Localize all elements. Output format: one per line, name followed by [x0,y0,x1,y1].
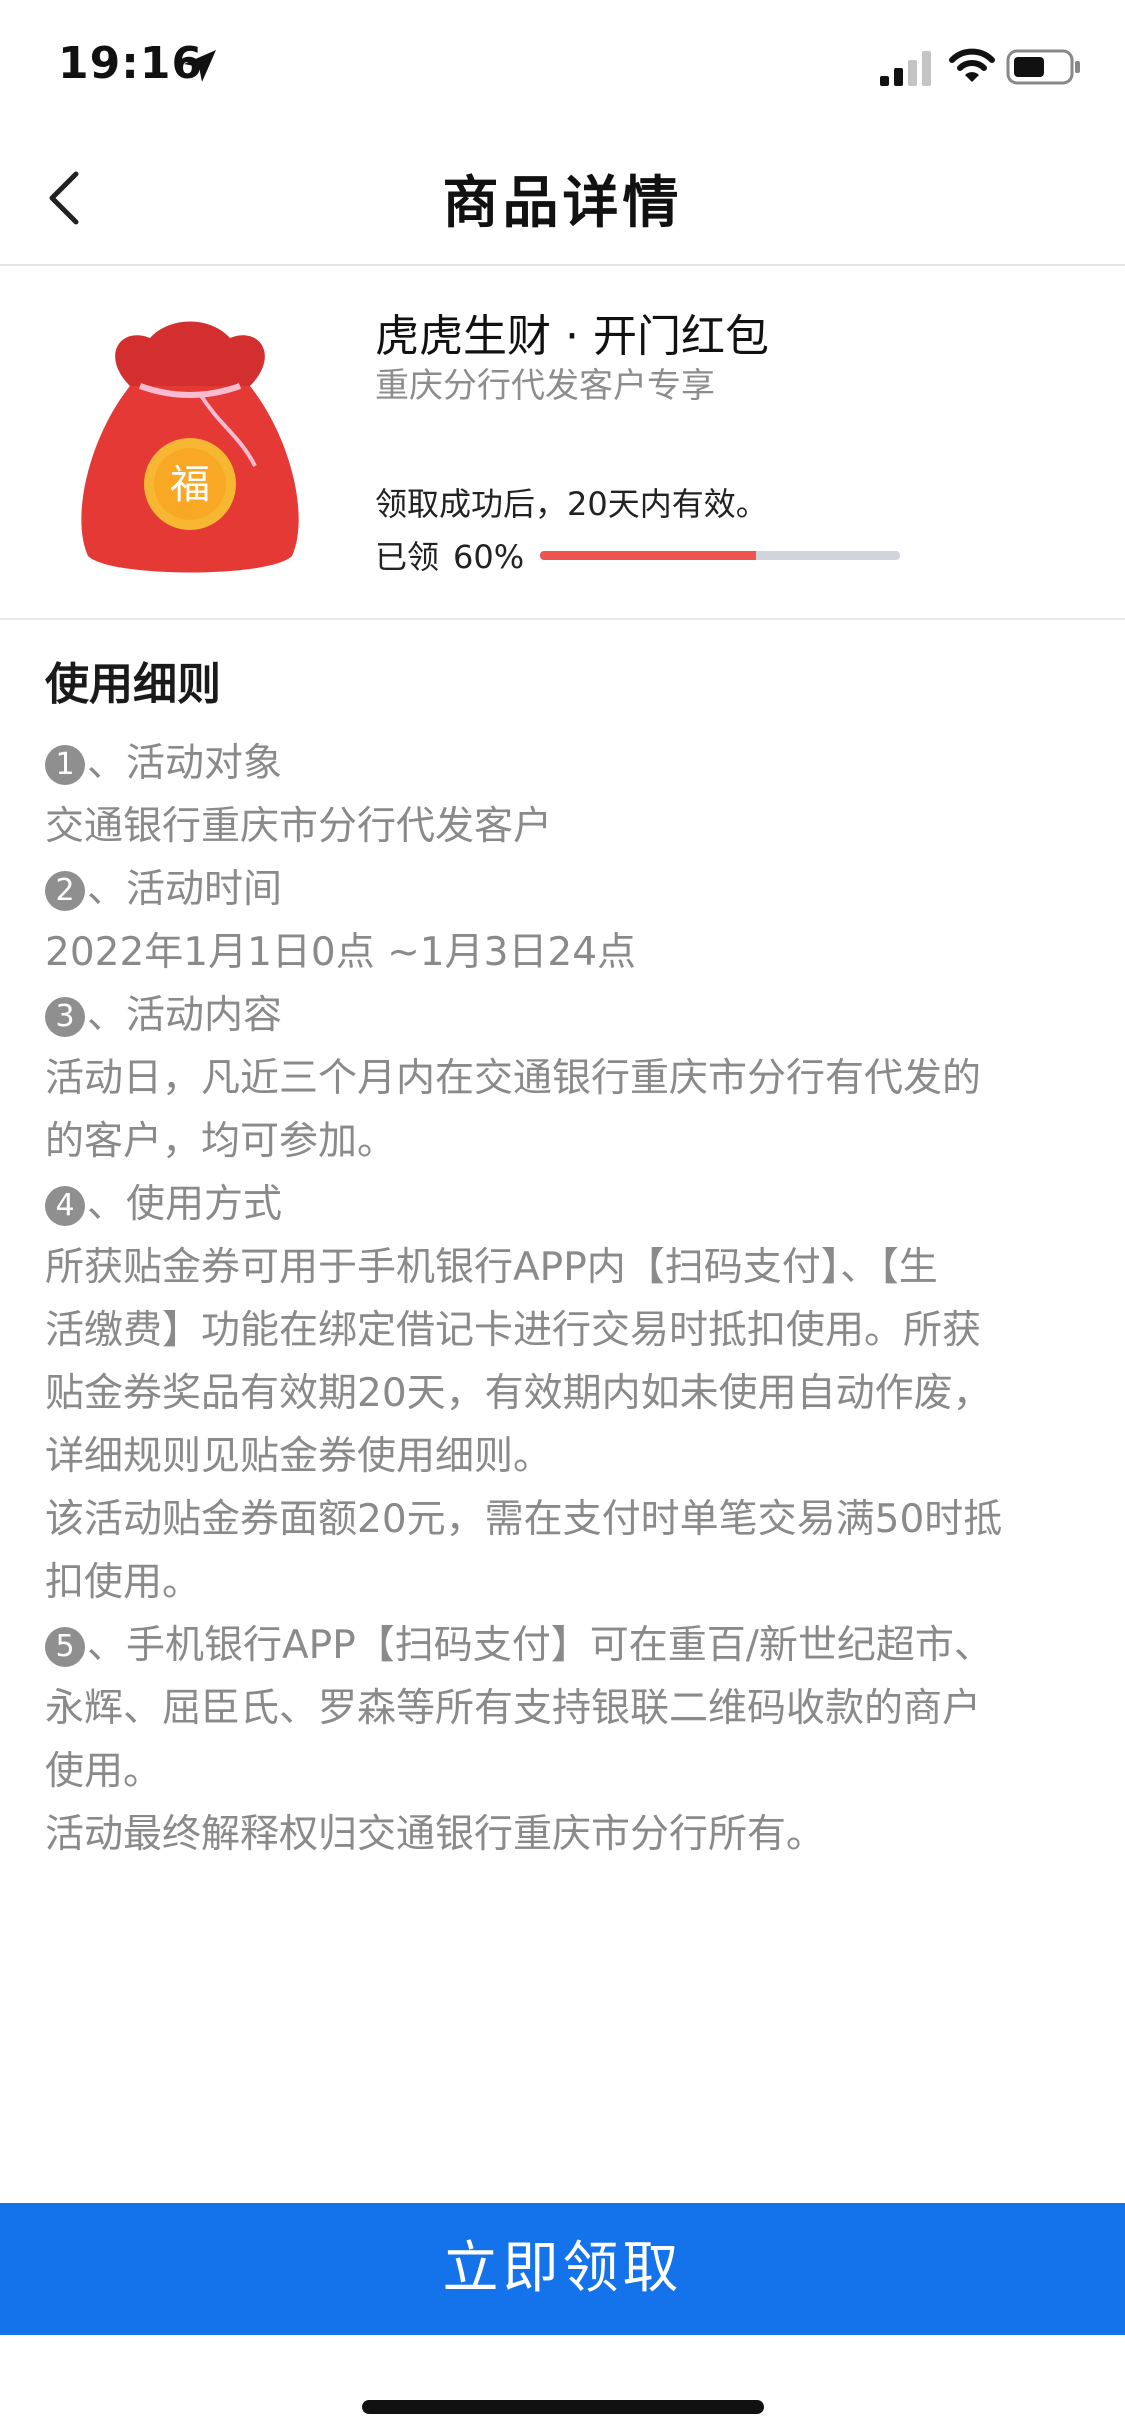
claimed-label: 已领 [375,538,440,576]
rules-line: 详细规则见贴金券使用细则。 [45,1434,553,1479]
page-title: 商品详情 [442,171,683,236]
red-envelope-bag-icon: 福 [81,321,299,573]
rules-line: 4 、使用方式 [45,1173,1085,1236]
location-arrow-icon [184,50,216,82]
claimed-status: 已领 60% [375,532,524,578]
rules-line: 所获贴金券可用于手机银行APP内【扫码支付】、【生 [45,1245,938,1290]
rule-number-badge: 1 [45,745,85,785]
claim-button[interactable]: 立即领取 [0,2203,1125,2335]
status-bar: 19:16 [0,0,1125,132]
battery-icon [1006,49,1080,85]
rule-number-badge: 4 [45,1186,85,1226]
rules-title: 使用细则 [45,659,221,710]
rules-line: 2 、活动时间 [45,858,1085,921]
product-subtitle: 重庆分行代发客户专享 [375,366,715,406]
rules-body: 1 、活动对象交通银行重庆市分行代发客户 2 、活动时间 2022年1月1日0点 ~1月… [45,732,1085,1866]
rule-number-badge: 2 [45,871,85,911]
rule-heading-text: 、活动对象 [87,741,283,786]
rules-line: 5 、手机银行APP【扫码支付】可在重百/新世纪超市、 [45,1614,1085,1677]
rules-line: 该活动贴金券面额20元，需在支付时单笔交易满50时抵 [45,1497,1003,1542]
rules-line: 3 、活动内容 [45,984,1085,1047]
rules-line: 交通银行重庆市分行代发客户 [45,804,553,849]
nav-bar: 商品详情 [0,132,1125,266]
product-name: 虎虎生财 · 开门红包 [375,311,769,362]
rules-line: 使用。 [45,1749,163,1794]
rules-line: 活缴费】功能在绑定借记卡进行交易时抵扣使用。所获 [45,1308,982,1353]
rules-line: 2022年1月1日0点 ~1月3日24点 [45,930,637,975]
claim-progress-fill [540,551,756,560]
rule-heading-text: 、手机银行APP【扫码支付】可在重百/新世纪超市、 [87,1623,993,1668]
rule-heading-text: 、活动时间 [87,867,283,912]
validity-text: 领取成功后，20天内有效。 [375,485,768,523]
rule-number-badge: 3 [45,997,85,1037]
home-indicator [362,2400,764,2414]
rules-line: 1 、活动对象 [45,732,1085,795]
rules-line: 活动最终解释权归交通银行重庆市分行所有。 [45,1812,826,1857]
rule-heading-text: 、活动内容 [87,993,283,1038]
claimed-percent: 60% [453,538,525,576]
rule-heading-text: 、使用方式 [87,1182,283,1227]
rules-line: 的客户，均可参加。 [45,1119,397,1164]
wifi-icon [949,48,995,82]
rules-line: 永辉、屈臣氏、罗森等所有支持银联二维码收款的商户 [45,1686,982,1731]
rules-line: 扣使用。 [45,1560,202,1605]
signal-icon [880,51,931,86]
bag-label: 福 [170,462,210,508]
product-card: 福 虎虎生财 · 开门红包 重庆分行代发客户专享 领取成功后，20天内有效。 已… [0,266,1125,620]
rule-number-badge: 5 [45,1627,85,1667]
rules-line: 活动日，凡近三个月内在交通银行重庆市分行有代发的 [45,1056,982,1101]
claim-progress-bar [540,551,900,560]
rules-line: 贴金券奖品有效期20天，有效期内如未使用自动作废， [45,1371,992,1416]
